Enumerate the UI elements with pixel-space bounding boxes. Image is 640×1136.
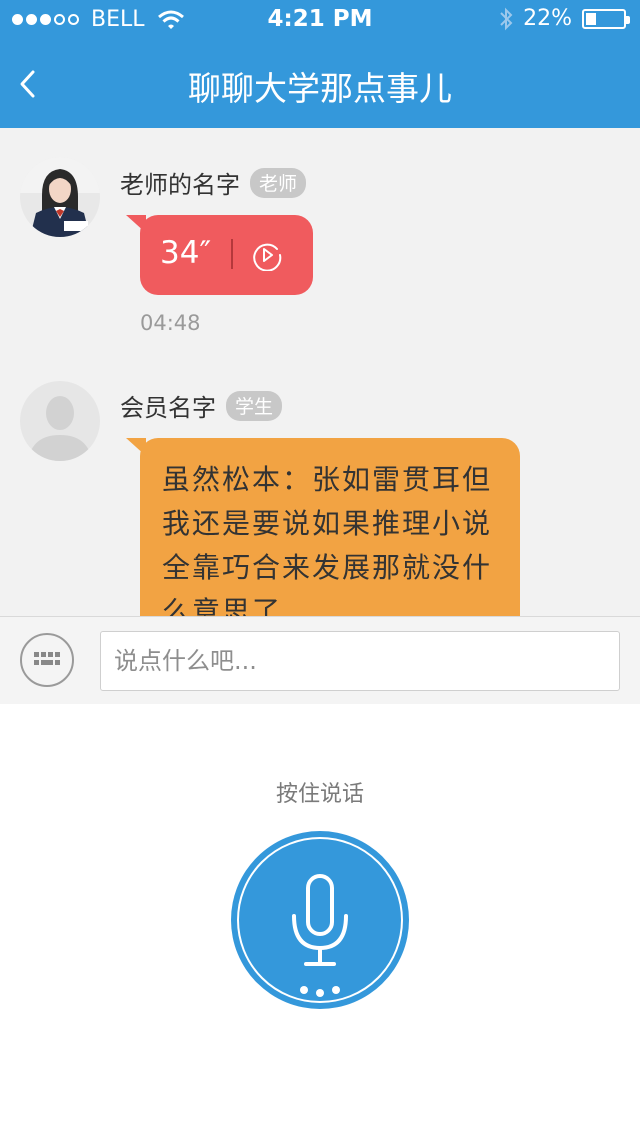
battery-percent: 22%	[523, 6, 572, 31]
message-timestamp: 04:48	[140, 311, 201, 335]
status-bar: BELL 4:21 PM 22%	[0, 0, 640, 40]
bubble-tail	[126, 215, 146, 233]
play-icon[interactable]	[251, 239, 283, 271]
status-right: 22%	[499, 6, 630, 31]
nav-bar: 聊聊大学那点事儿	[0, 40, 640, 128]
sender-name: 老师的名字	[120, 171, 240, 199]
microphone-button[interactable]	[230, 830, 410, 1010]
text-message-bubble[interactable]: 虽然松本：张如雷贯耳但我还是要说如果推理小说全靠巧合来发展那就没什么意思了	[126, 438, 520, 616]
battery-icon	[582, 8, 630, 29]
voice-duration: 34″	[160, 235, 212, 271]
top-bar: BELL 4:21 PM 22% 聊聊大学那点事儿	[0, 0, 640, 128]
default-user-icon	[20, 381, 100, 461]
chat-area[interactable]: 老师的名字 老师 34″ 04:48 会员名字 学生 虽然松本：张如雷贯耳但我还…	[0, 128, 640, 616]
message-2-header: 会员名字 学生	[120, 388, 283, 423]
message-text: 虽然松本：张如雷贯耳但我还是要说如果推理小说全靠巧合来发展那就没什么意思了	[162, 463, 493, 616]
bubble-tail	[126, 438, 146, 456]
role-badge: 老师	[250, 167, 307, 198]
voice-panel: 按住说话	[0, 704, 640, 1136]
hold-to-talk-label: 按住说话	[275, 782, 364, 807]
message-1-header: 老师的名字 老师	[120, 165, 307, 200]
sender-name: 会员名字	[120, 394, 216, 422]
bluetooth-icon	[500, 7, 513, 30]
teacher-avatar[interactable]	[20, 157, 100, 237]
role-badge: 学生	[226, 390, 283, 421]
input-bar	[0, 616, 640, 704]
keyboard-toggle-button[interactable]	[20, 633, 74, 687]
member-avatar[interactable]	[20, 381, 100, 461]
voice-message-bubble[interactable]: 34″	[126, 215, 313, 295]
teacher-photo-icon	[20, 157, 100, 237]
voice-divider	[231, 239, 233, 269]
keyboard-icon	[34, 652, 60, 665]
message-input[interactable]	[100, 631, 620, 691]
page-title: 聊聊大学那点事儿	[188, 69, 452, 108]
